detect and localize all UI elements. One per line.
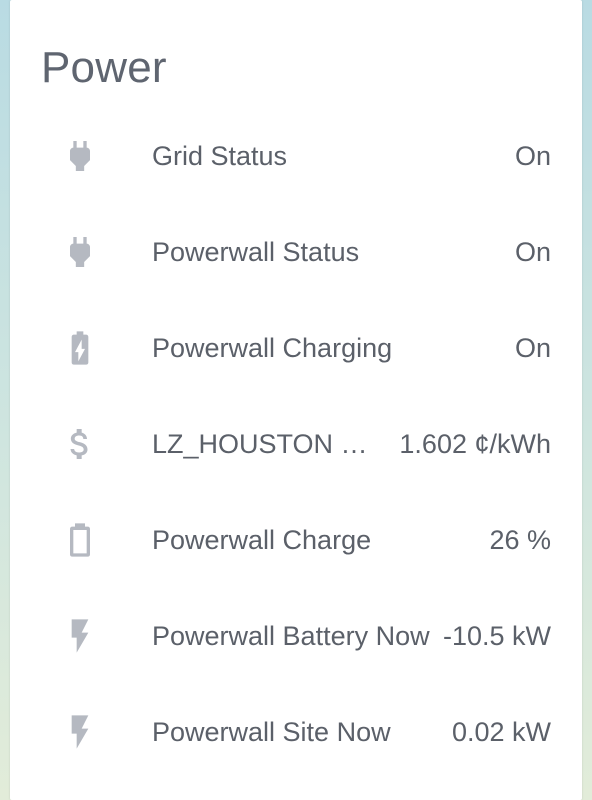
entity-row-powerwall-charge[interactable]: Powerwall Charge 26 % xyxy=(10,492,582,588)
power-plug-icon xyxy=(60,232,100,272)
entity-row-grid-status[interactable]: Grid Status On xyxy=(10,108,582,204)
entity-row-powerwall-charging[interactable]: Powerwall Charging On xyxy=(10,300,582,396)
battery-charging-icon xyxy=(60,328,100,368)
entity-label: Powerwall Charge xyxy=(152,525,372,555)
entity-state: On xyxy=(514,141,551,171)
entity-label: Powerwall Battery Now xyxy=(152,621,430,651)
entity-state: 26 % xyxy=(489,525,551,555)
entity-state: On xyxy=(514,237,551,267)
power-card: Power Grid Status On Powerwall Status On… xyxy=(10,0,582,800)
entity-state: On xyxy=(514,333,551,363)
power-plug-icon xyxy=(60,136,100,176)
entity-state: -10.5 kW xyxy=(442,621,551,651)
battery-icon xyxy=(60,520,100,560)
entity-label: Grid Status xyxy=(152,141,288,171)
entity-state: 0.02 kW xyxy=(451,717,551,747)
card-title: Power xyxy=(41,43,167,92)
entity-label: Powerwall Site Now xyxy=(152,717,391,747)
currency-usd-icon xyxy=(60,424,100,464)
entity-label: Powerwall Status xyxy=(152,237,360,267)
entity-row-powerwall-status[interactable]: Powerwall Status On xyxy=(10,204,582,300)
flash-icon xyxy=(60,616,100,656)
entity-label: Powerwall Charging xyxy=(152,333,393,363)
entity-state: 1.602 ¢/kWh xyxy=(399,429,551,459)
entity-label: LZ_HOUSTON Price xyxy=(152,429,384,459)
entity-row-powerwall-site-now[interactable]: Powerwall Site Now 0.02 kW xyxy=(10,684,582,780)
flash-icon xyxy=(60,712,100,752)
entity-row-lz-houston-price[interactable]: LZ_HOUSTON Price 1.602 ¢/kWh xyxy=(10,396,582,492)
entity-row-powerwall-battery-now[interactable]: Powerwall Battery Now -10.5 kW xyxy=(10,588,582,684)
